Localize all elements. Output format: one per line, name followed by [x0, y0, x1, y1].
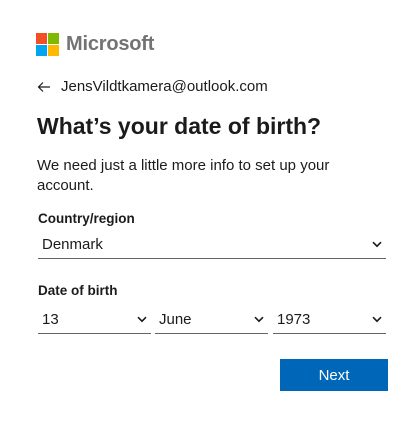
- chevron-down-icon: [254, 316, 264, 323]
- brand-name: Microsoft: [66, 33, 155, 55]
- logo-square-red: [36, 33, 47, 44]
- country-select[interactable]: Denmark: [38, 231, 386, 259]
- year-value: 1973: [277, 311, 311, 328]
- country-label: Country/region: [38, 211, 135, 226]
- microsoft-logo: Microsoft: [36, 33, 154, 56]
- dob-label: Date of birth: [38, 283, 118, 298]
- chevron-down-icon: [372, 241, 382, 248]
- page-title: What’s your date of birth?: [37, 113, 322, 139]
- month-select[interactable]: June: [155, 306, 268, 334]
- next-button[interactable]: Next: [280, 359, 388, 391]
- page-description: We need just a little more info to set u…: [37, 157, 330, 194]
- country-value: Denmark: [42, 236, 103, 253]
- chevron-down-icon: [137, 316, 147, 323]
- microsoft-logo-icon: [36, 33, 59, 56]
- month-value: June: [159, 311, 192, 328]
- back-arrow-icon[interactable]: [37, 80, 51, 94]
- logo-square-blue: [36, 45, 47, 56]
- chevron-down-icon: [372, 316, 382, 323]
- identity-email: JensVildtkamera@outlook.com: [61, 78, 268, 95]
- day-select[interactable]: 13: [38, 306, 151, 334]
- logo-square-yellow: [48, 45, 59, 56]
- logo-square-green: [48, 33, 59, 44]
- day-value: 13: [42, 311, 59, 328]
- year-select[interactable]: 1973: [273, 306, 386, 334]
- identity-banner: JensVildtkamera@outlook.com: [37, 78, 268, 95]
